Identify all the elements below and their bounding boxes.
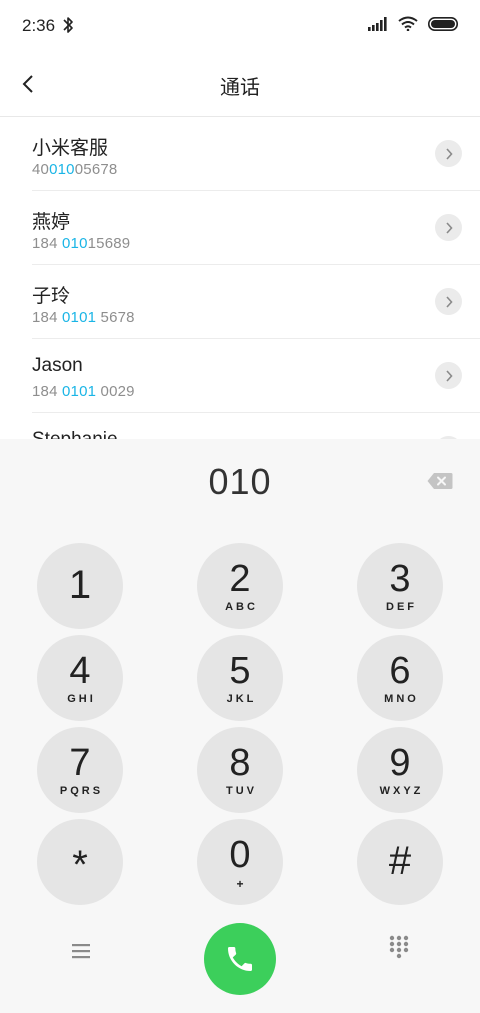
key-9[interactable]: 9 WXYZ <box>357 727 443 813</box>
contact-name: Jason <box>32 355 83 376</box>
key-8[interactable]: 8 TUV <box>197 727 283 813</box>
contact-name: Stephanie <box>32 429 118 439</box>
key-digit: * <box>72 843 88 887</box>
number-match: 0101 <box>62 383 97 400</box>
contact-list: 小米客服 4001005678 燕婷 184 01015689 子玲 184 0… <box>0 117 480 439</box>
contact-number: 4001005678 <box>32 161 118 178</box>
wifi-icon <box>398 16 418 31</box>
contact-detail-button[interactable] <box>435 288 462 315</box>
key-hash[interactable]: # <box>357 819 443 905</box>
contact-detail-button[interactable] <box>435 140 462 167</box>
contact-name: 小米客服 <box>32 138 109 159</box>
dialpad-bottom-bar <box>0 923 480 1013</box>
page-title: 通话 <box>220 77 260 99</box>
key-digit: 0 <box>229 834 251 876</box>
backspace-button[interactable] <box>426 470 454 492</box>
phone-icon <box>228 947 252 971</box>
status-time: 2:36 <box>22 16 56 35</box>
key-2[interactable]: 2 ABC <box>197 543 283 629</box>
contact-row[interactable]: Stephanie <box>32 413 480 439</box>
key-letters: JKL <box>226 693 257 705</box>
key-digit: 9 <box>389 742 411 784</box>
contact-number: 184 0101 0029 <box>32 383 135 400</box>
menu-button[interactable] <box>66 936 96 966</box>
backspace-icon <box>427 473 453 489</box>
chevron-right-icon <box>445 147 453 160</box>
battery-icon <box>428 16 458 31</box>
key-digit: 7 <box>69 742 91 784</box>
key-4[interactable]: 4 GHI <box>37 635 123 721</box>
status-icons <box>368 16 458 31</box>
key-letters: TUV <box>226 785 257 797</box>
key-digit: 4 <box>69 650 91 692</box>
signal-icon <box>368 16 387 31</box>
contact-row[interactable]: 小米客服 4001005678 <box>32 117 480 191</box>
keypad-icon <box>389 935 409 959</box>
menu-icon <box>72 944 90 959</box>
key-letters: MNO <box>384 693 419 705</box>
key-5[interactable]: 5 JKL <box>197 635 283 721</box>
keypad-toggle-button[interactable] <box>388 934 410 960</box>
key-digit: 1 <box>68 563 92 607</box>
dialpad: 010 1 2 ABC 3 DEF 4 GHI 5 JKL 6 MNO 7 PQ… <box>0 439 480 1013</box>
key-1[interactable]: 1 <box>37 543 123 629</box>
chevron-right-icon <box>445 221 453 234</box>
status-bar: 2:36 <box>0 0 480 52</box>
contact-detail-button[interactable] <box>435 214 462 241</box>
chevron-right-icon <box>445 295 453 308</box>
key-letters: WXYZ <box>379 785 424 797</box>
key-digit: 3 <box>389 558 411 600</box>
contact-detail-button[interactable] <box>435 362 462 389</box>
number-match: 010 <box>62 235 88 252</box>
key-digit: 5 <box>229 650 251 692</box>
dialed-number[interactable]: 010 <box>0 461 480 503</box>
key-digit: 2 <box>229 558 251 600</box>
key-letters: DEF <box>386 601 417 613</box>
contact-row[interactable]: 燕婷 184 01015689 <box>32 191 480 265</box>
number-match: 0101 <box>62 309 97 326</box>
contact-number: 184 01015689 <box>32 235 131 252</box>
key-letters: PQRS <box>59 785 104 797</box>
contact-row[interactable]: Jason 184 0101 0029 <box>32 339 480 413</box>
contact-name: 燕婷 <box>32 212 71 233</box>
chevron-right-icon <box>445 369 453 382</box>
number-match: 010 <box>49 161 75 178</box>
header: 通话 <box>0 52 480 116</box>
key-0[interactable]: 0 + <box>197 819 283 905</box>
key-6[interactable]: 6 MNO <box>357 635 443 721</box>
contact-number: 184 0101 5678 <box>32 309 135 326</box>
call-button[interactable] <box>204 923 276 995</box>
key-7[interactable]: 7 PQRS <box>37 727 123 813</box>
key-letters: ABC <box>225 601 258 613</box>
key-3[interactable]: 3 DEF <box>357 543 443 629</box>
key-letters: + <box>236 877 247 891</box>
key-digit: 6 <box>389 650 411 692</box>
key-letters: GHI <box>67 693 96 705</box>
bluetooth-icon <box>63 17 73 33</box>
contact-name: 子玲 <box>32 286 71 307</box>
key-digit: # <box>388 839 412 883</box>
key-digit: 8 <box>229 742 251 784</box>
contact-row[interactable]: 子玲 184 0101 5678 <box>32 265 480 339</box>
key-star[interactable]: * <box>37 819 123 905</box>
